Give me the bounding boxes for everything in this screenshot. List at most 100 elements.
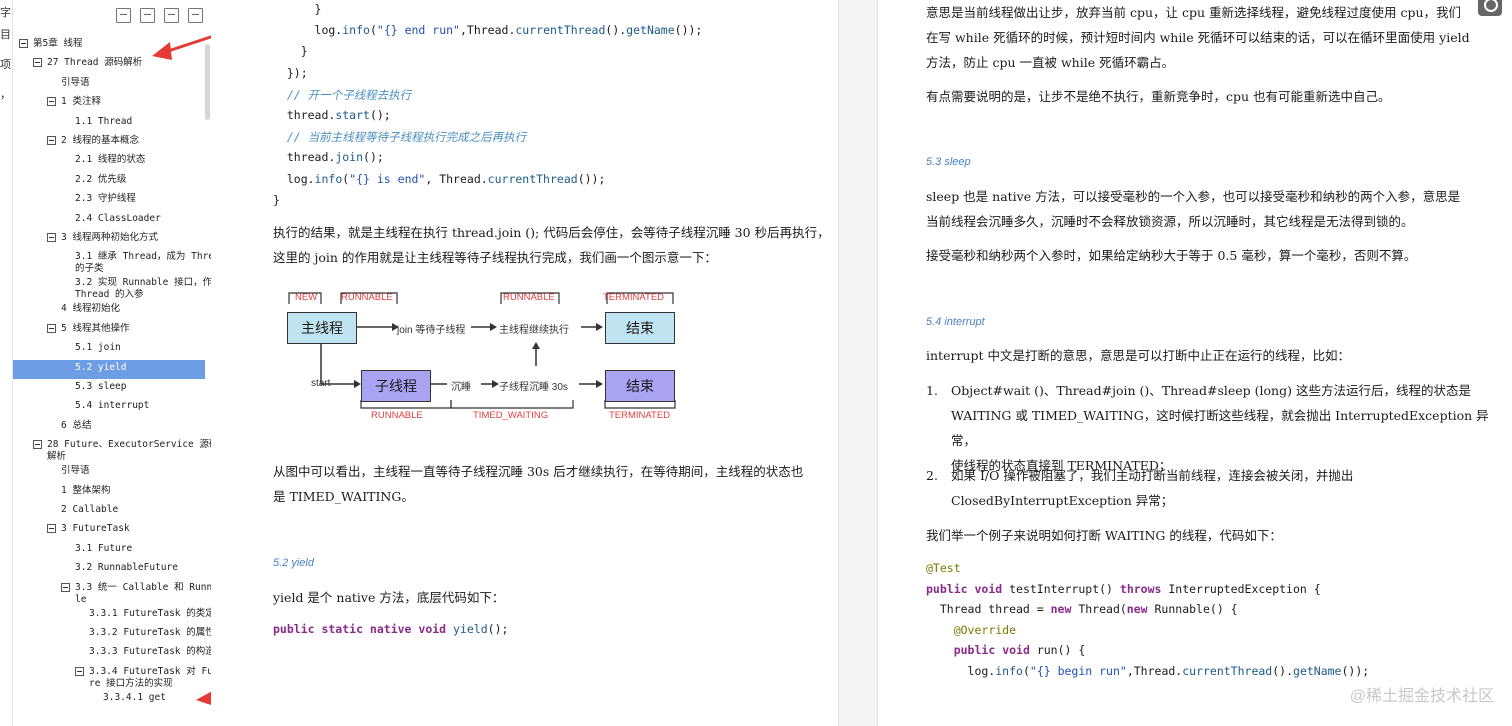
section-heading-sleep[interactable]: 5.3 sleep [926,156,971,168]
outline-item-label: 3.3.4.1 get [103,691,166,703]
outline-item[interactable]: 3.3 统一 Callable 和 Runnab le [13,580,211,606]
outline-item[interactable]: 6 总结 [13,418,205,437]
bookmark-icon[interactable] [188,8,203,23]
edge-char: 项 [0,59,11,71]
outline-item-label: 5.3 sleep [75,381,127,392]
collapse-toggle-icon[interactable] [47,323,56,333]
outline-toolbar [116,8,203,23]
expand-all-icon[interactable] [140,8,155,23]
outline-item[interactable]: 2.3 守护线程 [13,191,205,210]
outline-item[interactable]: 1 类注释 [13,94,205,113]
diagram-box-main-thread: 主线程 [287,312,357,344]
edge-char: 目 [0,29,11,41]
outline-item[interactable]: 3.3.1 FutureTask 的类定义 [13,606,211,625]
outline-item[interactable]: 5 线程其他操作 [13,321,205,340]
collapse-toggle-icon[interactable] [75,666,84,676]
paragraph-line: 是 TIMED_WAITING。 [273,489,414,504]
history-icon[interactable] [1478,0,1502,16]
outline-item[interactable]: 27 Thread 源码解析 [13,55,205,74]
state-label-runnable: RUNNABLE [341,292,393,303]
paragraph-line: 执行的结果，就是主线程在执行 thread.join (); 代码后会停住，会等… [273,225,830,240]
collapse-toggle-icon[interactable] [47,233,56,242]
collapse-toggle-icon[interactable] [33,440,42,450]
section-heading-yield[interactable]: 5.2 yield [273,557,314,569]
thread-state-diagram: NEW RUNNABLE RUNNABLE TERMINATED 主线程 joi… [281,288,681,428]
outline-item[interactable]: 3.2 实现 Runnable 接口，作为 Thread 的入参 [13,275,211,301]
code-line: // 开一个子线程去执行 [273,87,412,102]
paragraph-sleep: sleep 也是 native 方法，可以接受毫秒的一个入参，也可以接受毫秒和纳… [926,184,1460,234]
paragraph-line: 意思是当前线程做出让步，放弃当前 cpu，让 cpu 重新选择线程，避免线程过度… [926,5,1462,20]
paragraph-yield-note: 有点需要说明的是，让步不是绝不执行，重新竞争时，cpu 也有可能重新选中自己。 [926,89,1391,104]
outline-item[interactable]: 3.1 Future [13,541,205,560]
paragraph-line: 当前线程会沉睡多久，沉睡时不会释放锁资源，所以沉睡时，其它线程是无法得到锁的。 [926,214,1414,229]
paragraph-yield-intro: yield 是个 native 方法，底层代码如下： [273,590,505,605]
outline-item-label: 3.3.4 FutureTask 对 Future [89,665,211,677]
outline-item[interactable]: 2.1 线程的状态 [13,152,205,171]
code-line: @Test [926,561,961,575]
collapse-toggle-icon[interactable] [33,58,42,68]
outline-item[interactable]: 5.2 yield [13,359,205,379]
outline-item-label: 6 总结 [61,419,92,431]
outline-item[interactable]: 1.1 Thread [13,114,205,133]
outline-item[interactable]: 3.1 继承 Thread，成为 Thread 的子类 [13,249,211,275]
code-line: @Override [953,622,1017,637]
document-page-right: 意思是当前线程做出让步，放弃当前 cpu，让 cpu 重新选择线程，避免线程过度… [878,0,1512,726]
outline-item[interactable]: 5.1 join [13,340,205,359]
outline-sidebar: 第5章 线程 27 Thread 源码解析 引导语 1 类注释 1.1 Thread 2 … [12,0,212,726]
section-heading-interrupt[interactable]: 5.4 interrupt [926,316,985,328]
outline-item[interactable]: 2 Callable [13,502,205,521]
state-label-new: NEW [295,292,318,303]
outline-item[interactable]: 2.4 ClassLoader [13,211,205,230]
outline-item[interactable]: 第5章 线程 [13,36,205,55]
outline-item-label: 2.4 ClassLoader [75,212,161,224]
outline-item[interactable]: 2 线程的基本概念 [13,133,205,152]
outline-item[interactable]: 3.3.4.1 get [13,690,205,709]
code-line: } [273,44,308,59]
code-line: log.info("{} begin run",Thread.currentTh… [926,664,1370,678]
collapse-toggle-icon[interactable] [47,524,56,534]
outline-item[interactable]: 3.3.3 FutureTask 的构造器 [13,644,211,663]
sidebar-scrollbar[interactable] [205,44,210,120]
outline-item-label: 1.1 Thread [75,115,133,127]
outline-item-label: 引导语 [61,76,90,88]
outline-item-label: re 接口方法的实现 [89,677,173,689]
diagram-box-child-thread: 子线程 [361,370,431,402]
collapse-all-icon[interactable] [116,8,131,23]
outline-item-label: 1 整体架构 [61,484,111,496]
outline-item[interactable]: 5.4 interrupt [13,398,205,417]
code-line: thread.join(); [273,150,384,165]
collapse-toggle-icon[interactable] [61,582,70,592]
outline-item-label: 2 Callable [61,504,119,515]
outline-item[interactable]: 3.2 RunnableFuture [13,560,205,579]
paragraph-line: 这里的 join 的作用就是让主线程等待子线程执行完成，我们画一个图示意一下： [273,250,717,265]
outline-item[interactable]: 1 整体架构 [13,483,205,502]
outline-item-label: 2.1 线程的状态 [75,154,146,166]
outline-item[interactable]: 引导语 [13,75,205,94]
outline-item[interactable]: 3.3.4 FutureTask 对 Futurere 接口方法的实现 [13,664,211,690]
bookmark-add-icon[interactable] [164,8,179,23]
collapse-toggle-icon[interactable] [19,39,28,48]
outline-item[interactable]: 引导语 [13,463,205,482]
code-line: }); [273,65,308,80]
outline-item-label: 3 FutureTask [61,523,130,535]
diagram-lines [288,292,676,409]
outline-item[interactable]: 3 线程两种初始化方式 [13,230,205,249]
outline-item[interactable]: 4 线程初始化 [13,301,205,320]
outline-item[interactable]: 3.3.2 FutureTask 的属性 [13,625,211,644]
diagram-text-join-wait: join 等待子线程 [397,325,466,336]
outline-item[interactable]: 5.3 sleep [13,379,205,398]
diagram-text-start: start [311,378,331,389]
collapse-toggle-icon[interactable] [47,136,56,145]
outline-item[interactable]: 2.2 优先级 [13,172,205,191]
outline-item-label: 第5章 线程 [33,38,83,49]
collapse-toggle-icon[interactable] [47,97,56,107]
paragraph-yield-meaning: 意思是当前线程做出让步，放弃当前 cpu，让 cpu 重新选择线程，避免线程过度… [926,0,1470,75]
outline-item-label: 3.3.3 FutureTask 的构造器 [89,646,212,658]
state-label-runnable: RUNNABLE [503,292,555,303]
outline-item-label: 2 线程的基本概念 [61,135,139,146]
outline-item[interactable]: 3 FutureTask [13,521,205,540]
outline-item-label: 的子类 [75,263,104,275]
outline-item[interactable]: 28 Future、ExecutorService 源码 解析 [13,437,211,463]
outline-item-label: 3.1 Future [75,542,133,554]
outline-item-label: 4 线程初始化 [61,303,120,315]
